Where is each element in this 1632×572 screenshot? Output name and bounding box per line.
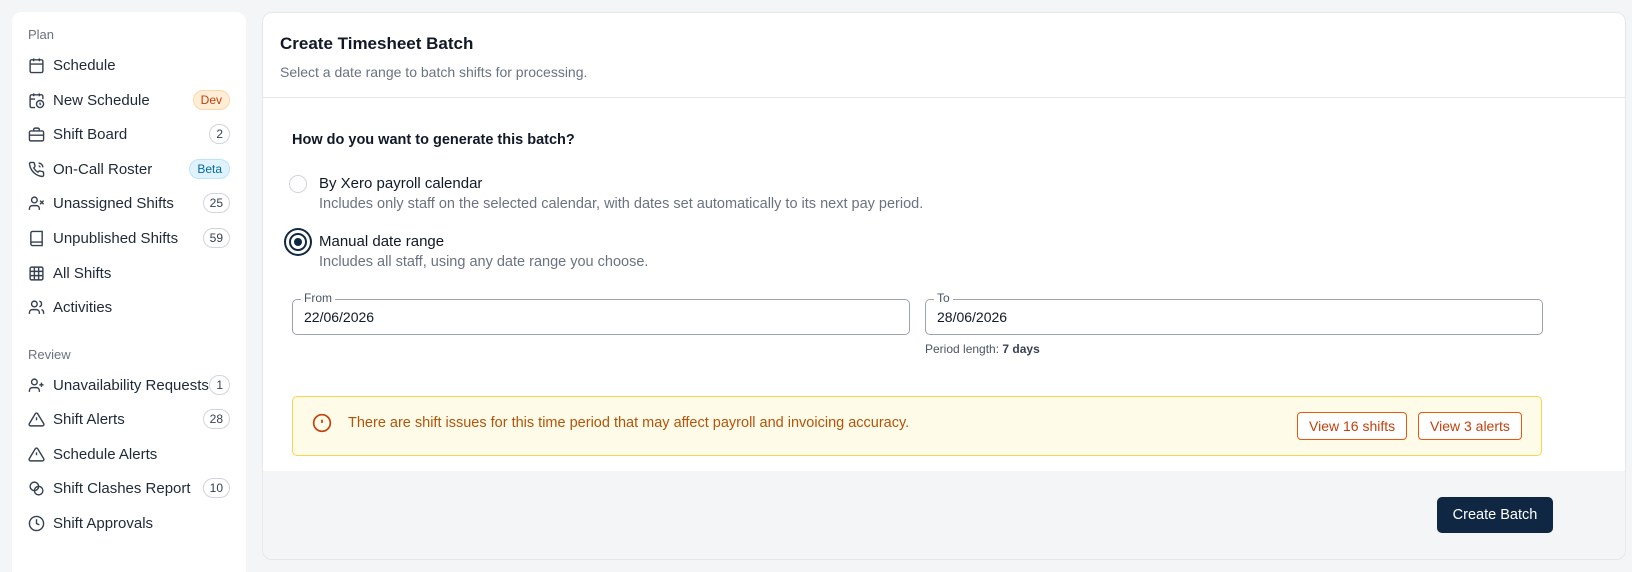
period-length: Period length: 7 days <box>925 342 1040 356</box>
radio-manual-date-range[interactable] <box>289 233 307 251</box>
sidebar-item-label: Unpublished Shifts <box>53 229 179 247</box>
sidebar-item-label: Unavailability Requests <box>53 376 209 394</box>
dev-badge: Dev <box>192 90 230 110</box>
sidebar-item-schedule-alerts[interactable]: Schedule Alerts <box>16 438 242 470</box>
to-date-field[interactable]: To <box>925 291 1543 335</box>
alert-message: There are shift issues for this time per… <box>348 415 910 431</box>
create-batch-panel: Create Timesheet Batch Select a date ran… <box>262 12 1626 560</box>
link-icon <box>28 480 45 497</box>
user-plus-icon <box>28 377 45 394</box>
briefcase-icon <box>28 126 45 143</box>
sidebar-item-activities[interactable]: Activities <box>16 291 242 323</box>
sidebar-item-label: Shift Board <box>53 125 128 143</box>
sidebar-item-shift-clashes-report[interactable]: Shift Clashes Report 10 <box>16 472 242 504</box>
from-date-input[interactable] <box>293 300 909 334</box>
to-label: To <box>934 291 953 305</box>
count-badge: 59 <box>202 228 230 248</box>
grid-icon <box>28 265 45 282</box>
sidebar-item-label: Shift Approvals <box>53 514 154 532</box>
warning-icon <box>28 411 45 428</box>
generation-question: How do you want to generate this batch? <box>292 132 575 148</box>
clock-icon <box>28 515 45 532</box>
sidebar-item-shift-approvals[interactable]: Shift Approvals <box>16 507 242 539</box>
panel-title: Create Timesheet Batch <box>280 34 474 53</box>
user-x-icon <box>28 195 45 212</box>
alert-circle-icon <box>312 413 332 433</box>
count-badge: 10 <box>202 478 230 498</box>
users-icon <box>28 299 45 316</box>
period-length-label: Period length: <box>925 342 1000 356</box>
panel-footer: Create Batch <box>263 471 1625 559</box>
from-label: From <box>301 291 335 305</box>
sidebar-item-all-shifts[interactable]: All Shifts <box>16 257 242 289</box>
sidebar-item-unavailability-requests[interactable]: Unavailability Requests 1 <box>16 369 242 401</box>
calendar-clock-icon <box>28 92 45 109</box>
sidebar-item-label: Unassigned Shifts <box>53 194 174 212</box>
count-badge: 28 <box>202 409 230 429</box>
section-label-review: Review <box>28 347 71 362</box>
sidebar-item-on-call-roster[interactable]: On-Call Roster Beta <box>16 153 242 185</box>
phone-icon <box>28 161 45 178</box>
count-badge: 2 <box>209 124 230 144</box>
sidebar-item-label: Shift Clashes Report <box>53 479 191 497</box>
sidebar-item-new-schedule[interactable]: New Schedule Dev <box>16 84 242 116</box>
sidebar-item-label: All Shifts <box>53 264 112 282</box>
count-badge: 25 <box>202 193 230 213</box>
sidebar-item-label: Schedule Alerts <box>53 445 158 463</box>
book-icon <box>28 230 45 247</box>
option-xero-title[interactable]: By Xero payroll calendar <box>319 175 482 192</box>
shift-issues-alert: There are shift issues for this time per… <box>292 396 1542 456</box>
sidebar-item-shift-board[interactable]: Shift Board 2 <box>16 118 242 150</box>
sidebar-item-label: Shift Alerts <box>53 410 125 428</box>
sidebar-item-unassigned-shifts[interactable]: Unassigned Shifts 25 <box>16 187 242 219</box>
to-date-input[interactable] <box>926 300 1542 334</box>
sidebar-item-label: New Schedule <box>53 91 150 109</box>
sidebar: Plan Schedule New Schedule Dev Shift Boa… <box>12 12 246 572</box>
from-date-field[interactable]: From <box>292 291 910 335</box>
option-manual-description: Includes all staff, using any date range… <box>319 254 649 270</box>
sidebar-item-label: Activities <box>53 298 113 316</box>
warning-icon <box>28 446 45 463</box>
option-manual-title[interactable]: Manual date range <box>319 233 444 250</box>
section-label-plan: Plan <box>28 27 55 42</box>
period-length-value: 7 days <box>1002 342 1040 356</box>
sidebar-item-shift-alerts[interactable]: Shift Alerts 28 <box>16 403 242 435</box>
view-alerts-button[interactable]: View 3 alerts <box>1418 412 1522 440</box>
beta-badge: Beta <box>189 159 230 179</box>
count-badge: 1 <box>209 375 230 395</box>
sidebar-item-label: Schedule <box>53 56 116 74</box>
create-batch-button[interactable]: Create Batch <box>1437 497 1553 533</box>
calendar-icon <box>28 57 45 74</box>
panel-subtitle: Select a date range to batch shifts for … <box>280 64 588 80</box>
sidebar-item-label: On-Call Roster <box>53 160 153 178</box>
option-xero-description: Includes only staff on the selected cale… <box>319 196 924 212</box>
view-shifts-button[interactable]: View 16 shifts <box>1297 412 1408 440</box>
sidebar-item-unpublished-shifts[interactable]: Unpublished Shifts 59 <box>16 222 242 254</box>
radio-xero-payroll-calendar[interactable] <box>289 175 307 193</box>
sidebar-item-schedule[interactable]: Schedule <box>16 49 242 81</box>
divider <box>263 97 1625 98</box>
